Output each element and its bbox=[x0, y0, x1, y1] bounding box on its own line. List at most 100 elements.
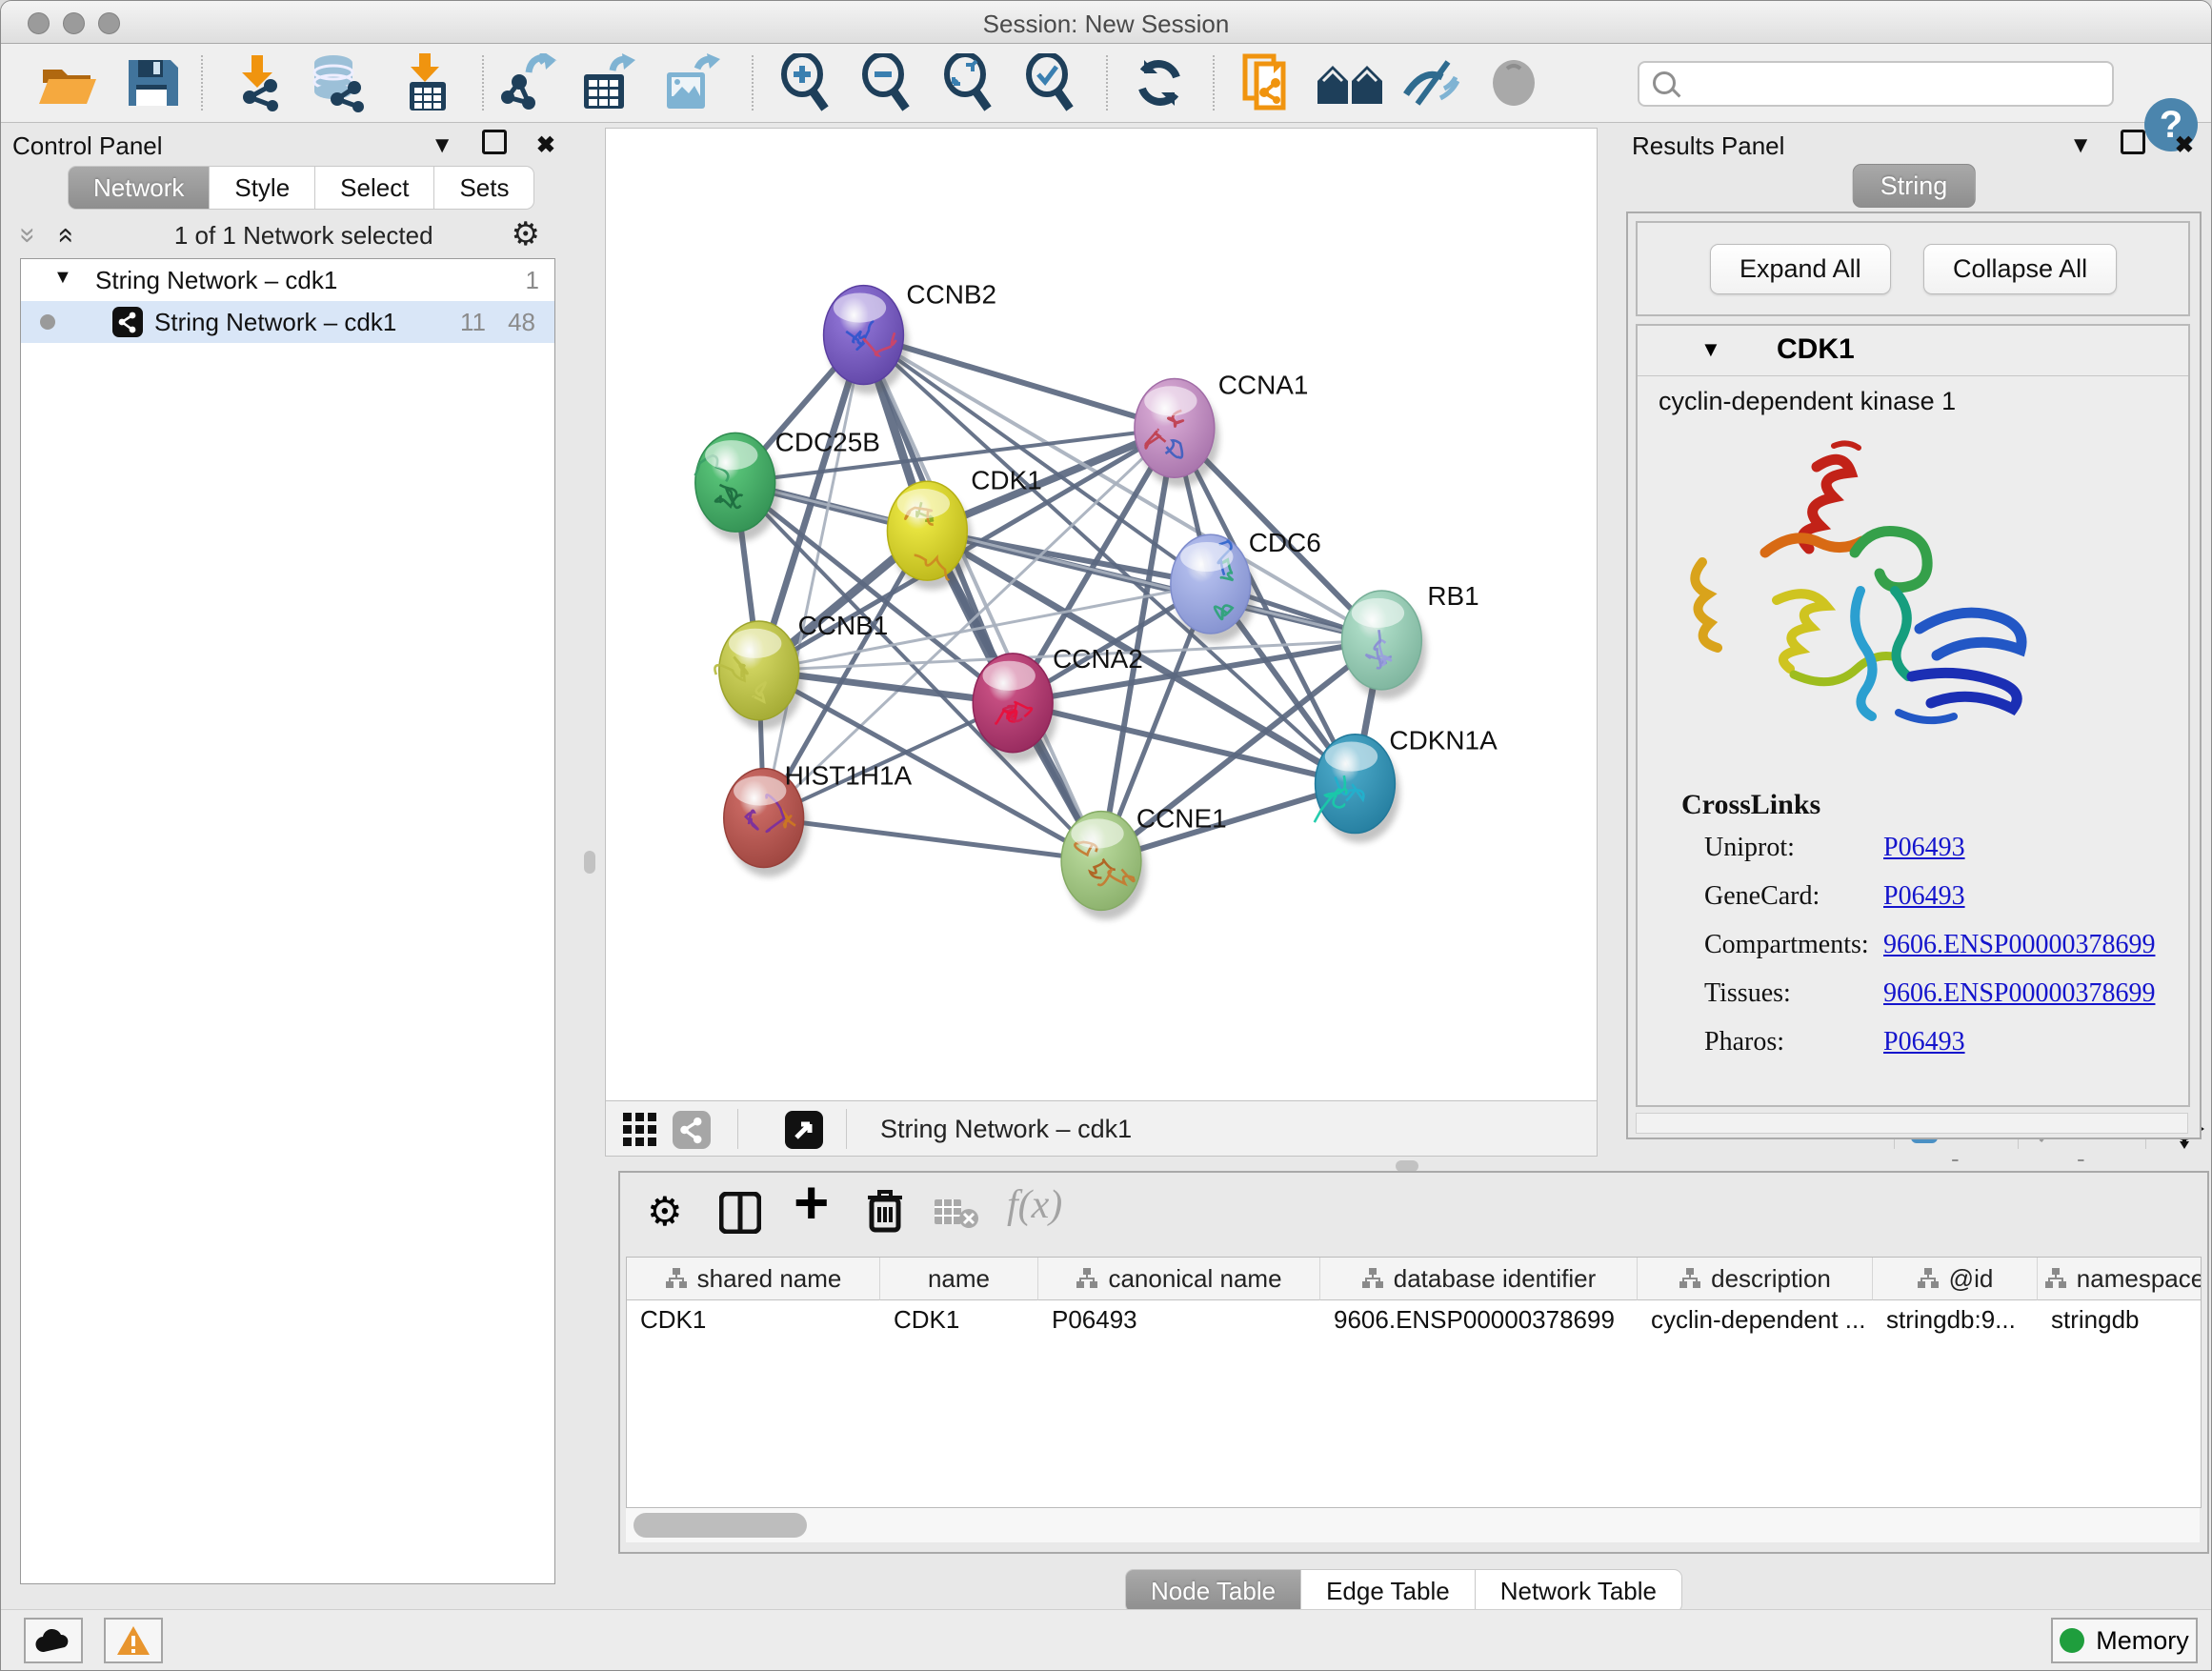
network-collection-row[interactable]: ▼ String Network – cdk1 1 bbox=[21, 259, 554, 301]
table-horizontal-scrollbar[interactable] bbox=[626, 1508, 2200, 1542]
crosslink-value-link[interactable]: P06493 bbox=[1883, 833, 1965, 863]
float-panel-icon[interactable] bbox=[2121, 130, 2145, 154]
collapse-panel-icon[interactable]: ▼ bbox=[2069, 132, 2092, 158]
add-column-icon[interactable]: + bbox=[794, 1167, 829, 1238]
column-header-description[interactable]: description bbox=[1638, 1258, 1873, 1300]
protein-ribbon-segment bbox=[1855, 531, 1927, 587]
column-header-database-identifier[interactable]: database identifier bbox=[1320, 1258, 1638, 1300]
gear-icon[interactable]: ⚙ bbox=[512, 215, 540, 253]
crosslink-value-link[interactable]: 9606.ENSP00000378699 bbox=[1883, 930, 2155, 960]
crosslink-value-link[interactable]: P06493 bbox=[1883, 881, 1965, 912]
search-input[interactable] bbox=[1689, 67, 2102, 99]
table-cell[interactable]: 9606.ENSP00000378699 bbox=[1320, 1300, 1637, 1339]
delete-column-icon[interactable] bbox=[866, 1188, 904, 1234]
gene-header[interactable]: ▼ CDK1 bbox=[1638, 326, 2188, 376]
tab-string[interactable]: String bbox=[1853, 164, 1976, 208]
expand-all-icon[interactable]: » bbox=[48, 228, 80, 244]
zoom-out-icon[interactable] bbox=[858, 53, 912, 112]
refresh-icon[interactable] bbox=[1133, 56, 1186, 110]
tab-edge-table[interactable]: Edge Table bbox=[1301, 1569, 1476, 1613]
network-node-CDK1[interactable] bbox=[887, 481, 972, 590]
node-table[interactable]: shared nameCDK1nameCDK1canonical nameP06… bbox=[626, 1257, 2202, 1508]
network-node-CCNB2[interactable] bbox=[824, 286, 909, 394]
close-panel-icon[interactable]: ✖ bbox=[2175, 132, 2194, 158]
memory-button[interactable]: Memory bbox=[2051, 1618, 2198, 1663]
toolbar-divider bbox=[1106, 55, 1108, 111]
export-image-icon[interactable] bbox=[663, 53, 722, 112]
zoom-fit-icon[interactable] bbox=[940, 53, 994, 112]
table-scrollbar-thumb[interactable] bbox=[633, 1513, 807, 1538]
expand-all-button[interactable]: Expand All bbox=[1710, 244, 1891, 294]
function-builder-icon[interactable]: f(x) bbox=[1007, 1182, 1062, 1228]
network-node-RB1[interactable] bbox=[1342, 591, 1427, 699]
network-view-icon[interactable] bbox=[673, 1111, 711, 1149]
delete-table-icon[interactable] bbox=[935, 1198, 978, 1228]
zoom-selected-icon[interactable] bbox=[1022, 53, 1076, 112]
collapse-all-button[interactable]: Collapse All bbox=[1923, 244, 2117, 294]
table-cell[interactable]: P06493 bbox=[1038, 1300, 1319, 1339]
cloud-button[interactable] bbox=[24, 1618, 83, 1663]
gear-icon[interactable]: ⚙ bbox=[647, 1188, 683, 1235]
table-cell[interactable]: CDK1 bbox=[627, 1300, 879, 1339]
network-node-CCNA2[interactable] bbox=[973, 654, 1057, 762]
document-share-icon[interactable] bbox=[1241, 52, 1295, 113]
network-canvas[interactable]: CCNB2CCNA1CDC25BCDK1CDC6RB1CCNB1CCNA2CDK… bbox=[605, 128, 1598, 1101]
network-overview-icon[interactable] bbox=[1316, 58, 1384, 108]
column-header-shared-name[interactable]: shared name bbox=[627, 1258, 880, 1300]
network-edge[interactable] bbox=[863, 335, 1174, 429]
open-session-icon[interactable] bbox=[37, 56, 98, 110]
show-graphics-icon[interactable] bbox=[1488, 57, 1539, 109]
grid-view-icon[interactable] bbox=[623, 1113, 657, 1147]
column-header-namespace[interactable]: namespace bbox=[2038, 1258, 2202, 1300]
import-table-icon[interactable] bbox=[400, 53, 455, 112]
network-view-title: String Network – cdk1 bbox=[880, 1115, 1132, 1144]
table-cell[interactable]: stringdb:9... bbox=[1873, 1300, 2037, 1339]
close-panel-icon[interactable]: ✖ bbox=[536, 132, 555, 158]
tab-sets[interactable]: Sets bbox=[434, 166, 534, 210]
table-cell[interactable]: CDK1 bbox=[880, 1300, 1037, 1339]
float-panel-icon[interactable] bbox=[482, 130, 507, 154]
crosslink-value-link[interactable]: 9606.ENSP00000378699 bbox=[1883, 978, 2155, 1009]
export-network-icon[interactable] bbox=[500, 53, 559, 112]
export-table-icon[interactable] bbox=[580, 53, 639, 112]
collapse-tree-icon[interactable]: ▼ bbox=[53, 267, 72, 289]
tab-select[interactable]: Select bbox=[315, 166, 434, 210]
zoom-in-icon[interactable] bbox=[777, 53, 831, 112]
import-database-icon[interactable] bbox=[309, 53, 372, 112]
network-edge[interactable] bbox=[764, 818, 1101, 861]
crosslink-value-link[interactable]: P06493 bbox=[1883, 1027, 1965, 1057]
search-box[interactable] bbox=[1638, 61, 2114, 107]
network-node-CDKN1A[interactable] bbox=[1315, 735, 1400, 843]
collapse-panel-icon[interactable]: ▼ bbox=[431, 132, 453, 158]
tab-style[interactable]: Style bbox=[210, 166, 315, 210]
tab-network-table[interactable]: Network Table bbox=[1476, 1569, 1682, 1613]
left-splitter-handle[interactable] bbox=[584, 851, 595, 874]
hide-graphics-icon[interactable] bbox=[1400, 56, 1459, 110]
collapse-all-icon[interactable]: » bbox=[11, 228, 44, 244]
save-session-icon[interactable] bbox=[125, 56, 178, 110]
column-header-@id[interactable]: @id bbox=[1873, 1258, 2038, 1300]
search-icon bbox=[1653, 71, 1676, 94]
split-columns-icon[interactable] bbox=[719, 1192, 761, 1234]
column-header-name[interactable]: name bbox=[880, 1258, 1038, 1300]
tab-node-table[interactable]: Node Table bbox=[1125, 1569, 1301, 1613]
network-edge[interactable] bbox=[764, 335, 864, 818]
network-node-CCNE1[interactable] bbox=[1061, 812, 1146, 920]
detach-view-icon[interactable] bbox=[785, 1111, 823, 1149]
tab-network[interactable]: Network bbox=[68, 166, 210, 210]
results-scrollbar[interactable] bbox=[1636, 1113, 2188, 1134]
table-cell[interactable]: cyclin-dependent ... bbox=[1638, 1300, 1872, 1339]
node-label-CDKN1A: CDKN1A bbox=[1389, 726, 1498, 755]
memory-status-icon bbox=[2060, 1628, 2084, 1653]
column-header-canonical-name[interactable]: canonical name bbox=[1038, 1258, 1320, 1300]
network-row[interactable]: String Network – cdk1 11 48 bbox=[21, 301, 554, 343]
node-label-CCNA1: CCNA1 bbox=[1218, 370, 1309, 399]
network-node-CCNB1[interactable] bbox=[714, 621, 803, 730]
table-cell[interactable]: stringdb bbox=[2038, 1300, 2202, 1339]
collapse-gene-icon[interactable]: ▼ bbox=[1700, 337, 1721, 362]
network-selected-status: 1 of 1 Network selected bbox=[174, 221, 433, 250]
network-view-toolbar: String Network – cdk1 ✓ 1 - 0 0 - 0 bbox=[605, 1101, 1598, 1157]
column-header-label: database identifier bbox=[1394, 1264, 1596, 1294]
import-network-icon[interactable] bbox=[229, 53, 288, 112]
warning-button[interactable] bbox=[104, 1618, 163, 1663]
